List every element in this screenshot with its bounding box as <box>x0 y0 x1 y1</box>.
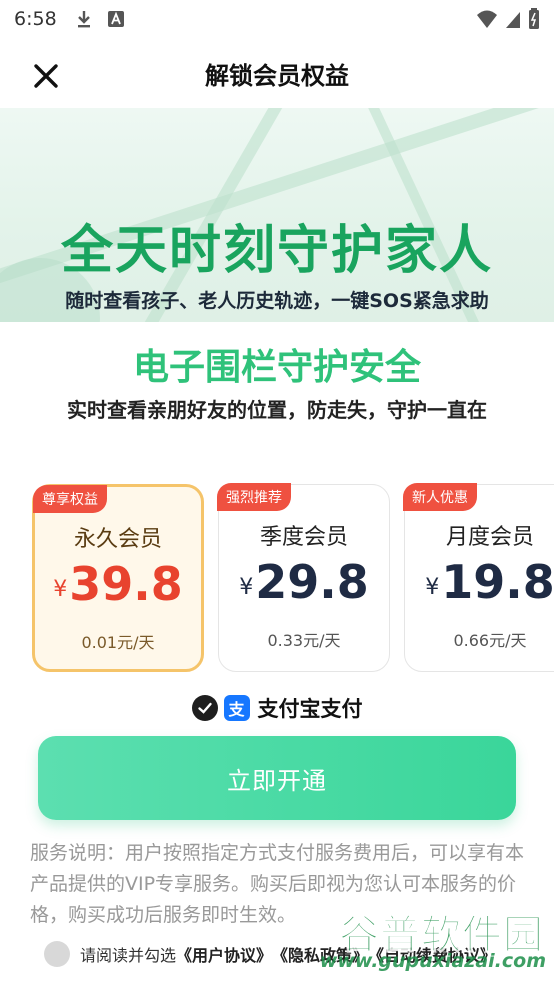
plan-card-monthly[interactable]: 新人优惠 月度会员 ¥19.8 0.66元/天 <box>403 483 554 672</box>
plan-price: ¥19.8 <box>405 555 554 609</box>
plan-list: 尊享权益 永久会员 ¥39.8 0.01元/天 强烈推荐 季度会员 ¥29.8 … <box>0 480 554 676</box>
plan-per-day: 0.33元/天 <box>267 631 341 650</box>
plan-price: ¥29.8 <box>219 555 389 609</box>
plan-badge: 新人优惠 <box>403 483 477 511</box>
open-membership-label: 立即开通 <box>227 766 327 795</box>
plan-name: 月度会员 <box>445 525 534 550</box>
app-notification-icon <box>107 10 125 28</box>
currency-symbol: ¥ <box>239 575 254 600</box>
plan-per-day: 0.66元/天 <box>453 631 527 650</box>
download-icon <box>75 9 93 29</box>
payment-method-label: 支付宝支付 <box>257 697 363 721</box>
price-value: 29.8 <box>255 555 369 609</box>
currency-symbol: ¥ <box>53 577 68 602</box>
watermark-url: www.gupuxiazai.com <box>319 950 546 972</box>
battery-icon <box>528 8 540 35</box>
checked-icon <box>191 695 218 721</box>
agreement-checkbox[interactable] <box>44 941 70 967</box>
price-value: 39.8 <box>69 557 183 611</box>
signal-icon <box>504 9 522 34</box>
user-agreement-link[interactable]: 《用户协议》 <box>176 942 272 966</box>
site-watermark: 谷普软件园 www.gupuxiazai.com <box>306 898 554 984</box>
status-bar: 6:58 <box>0 0 554 38</box>
hero-subtitle: 随时查看孩子、老人历史轨迹，一键SOS紧急求助 <box>65 290 489 312</box>
plan-badge: 强烈推荐 <box>217 483 291 511</box>
alipay-icon: 支 <box>223 695 250 721</box>
price-value: 19.8 <box>441 555 554 609</box>
hero-banner: 全天时刻守护家人 随时查看孩子、老人历史轨迹，一键SOS紧急求助 <box>0 108 554 322</box>
section-title: 电子围栏守护安全 <box>132 347 421 388</box>
open-membership-button[interactable]: 立即开通 <box>38 736 516 820</box>
currency-symbol: ¥ <box>425 575 440 600</box>
close-icon <box>34 64 58 88</box>
wifi-icon <box>476 9 498 34</box>
status-right <box>476 8 540 35</box>
section-description: 实时查看亲朋好友的位置，防走失，守护一直在 <box>67 398 487 422</box>
page-title: 解锁会员权益 <box>205 61 349 90</box>
nav-bar: 解锁会员权益 <box>0 38 554 108</box>
payment-method-row[interactable]: 支 支付宝支付 <box>0 692 554 724</box>
plan-badge: 尊享权益 <box>33 485 107 513</box>
plan-card-lifetime[interactable]: 尊享权益 永久会员 ¥39.8 0.01元/天 <box>32 484 204 672</box>
plan-name: 季度会员 <box>259 525 348 550</box>
plan-card-quarterly[interactable]: 强烈推荐 季度会员 ¥29.8 0.33元/天 <box>217 483 390 672</box>
agreement-prefix: 请阅读并勾选 <box>80 946 177 965</box>
close-button[interactable] <box>30 60 62 92</box>
plan-price: ¥39.8 <box>35 557 201 611</box>
plan-name: 永久会员 <box>73 527 162 552</box>
plan-per-day: 0.01元/天 <box>81 633 155 652</box>
hero-title: 全天时刻守护家人 <box>60 221 493 281</box>
status-time: 6:58 <box>14 8 57 30</box>
